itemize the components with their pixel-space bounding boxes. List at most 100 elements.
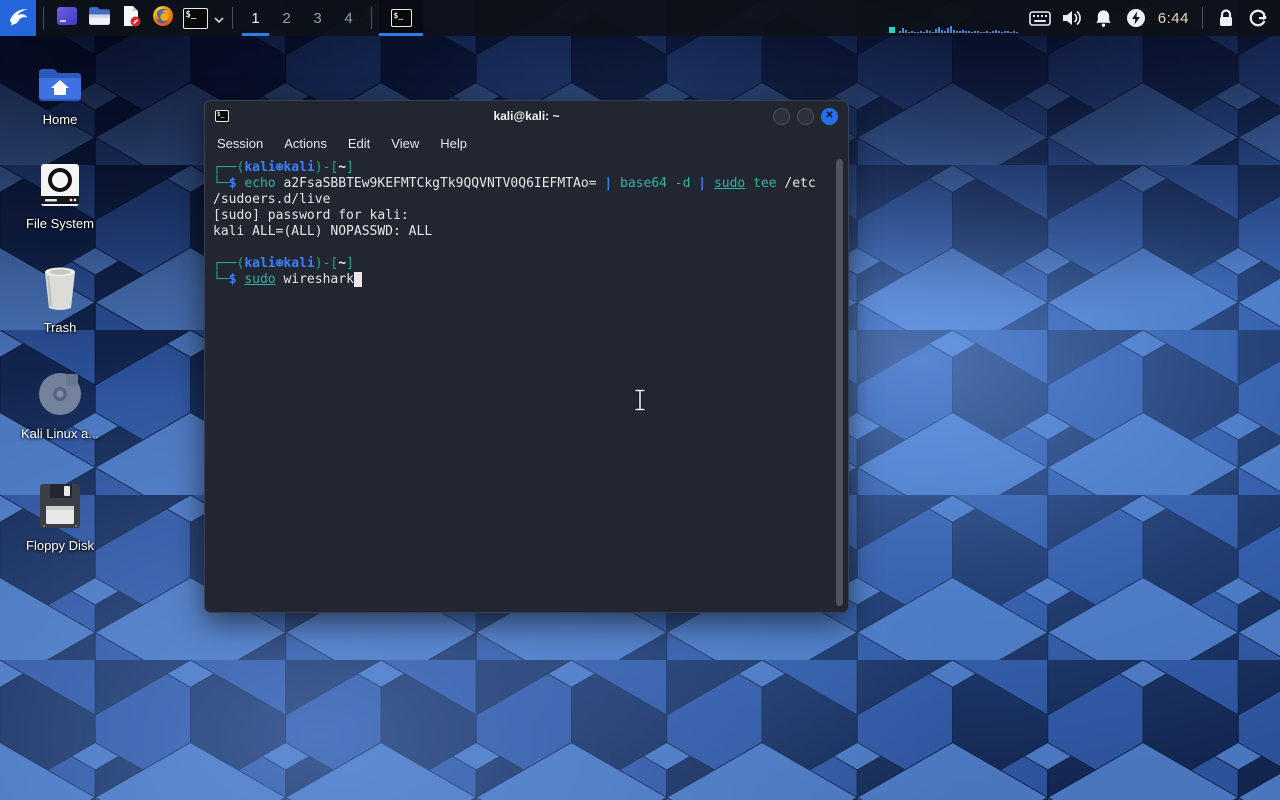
panel-separator <box>1202 7 1203 29</box>
cpu-graph-bar <box>1009 32 1012 33</box>
cpu-graph-bar <box>1015 32 1018 33</box>
cpu-graph-bar <box>985 31 988 33</box>
chevron-down-icon[interactable] <box>213 11 225 29</box>
keyboard-indicator-icon[interactable] <box>1027 0 1053 36</box>
cpu-graph-bar <box>946 28 949 33</box>
minimize-button[interactable] <box>773 107 790 125</box>
cpu-graph-bar <box>952 30 955 33</box>
terminal-output: ┌──(kali⊛kali)-[~] └─$ echo a2FsaSBBTEw9K… <box>213 160 822 607</box>
panel-separator <box>371 7 372 29</box>
cpu-graph-bar <box>982 32 985 33</box>
cpu-graph-bar <box>907 32 910 33</box>
clock[interactable]: 6:44 <box>1158 10 1189 27</box>
desktop-icon-label: File System <box>26 216 94 231</box>
cpu-graph-bar <box>1003 31 1006 33</box>
terminal-menubar: Session Actions Edit View Help <box>205 131 848 155</box>
cpu-graph-bar <box>988 32 991 33</box>
launcher-terminal[interactable]: $_ <box>179 0 211 36</box>
kali-menu-button[interactable] <box>0 0 36 36</box>
trash-icon <box>40 262 80 312</box>
workspace-button-2[interactable]: 2 <box>271 0 302 36</box>
cpu-graph-bar <box>934 29 937 33</box>
terminal-window: $_ kali@kali: ~ ✕ Session Actions Edit View… <box>204 100 849 613</box>
panel-separator <box>232 7 233 29</box>
menu-item-edit[interactable]: Edit <box>348 136 370 151</box>
terminal-line: └─$ sudo wireshark <box>213 272 822 288</box>
cpu-graph-bar <box>955 31 958 33</box>
cpu-graph-marker <box>888 27 895 33</box>
cpu-graph-bar <box>922 32 925 33</box>
desktop-icon-floppy-disk[interactable]: Floppy Disk <box>12 480 108 553</box>
terminal-line: [sudo] password for kali: <box>213 208 409 223</box>
menu-item-view[interactable]: View <box>391 136 419 151</box>
top-panel: $_ 1234 $_ 6:44 <box>0 0 1280 36</box>
desktop-icon-file-system[interactable]: File System <box>12 158 108 231</box>
cpu-graph-bar <box>979 32 982 33</box>
cpu-graph-bar <box>910 31 913 33</box>
cpu-graph-bar <box>901 28 904 33</box>
terminal-line: ┌──(kali⊛kali)-[~] <box>213 256 354 271</box>
cpu-graph-bar <box>970 32 973 33</box>
terminal-line: /sudoers.d/live <box>213 192 331 207</box>
document-edit-icon <box>119 4 143 33</box>
cpu-graph-bar <box>940 30 943 33</box>
desktop-icon-label: Kali Linux a... <box>20 426 100 441</box>
volume-icon[interactable] <box>1059 0 1085 36</box>
cpu-graph-bar <box>925 30 928 33</box>
terminal-output-area[interactable]: ┌──(kali⊛kali)-[~] └─$ echo a2FsaSBBTEw9K… <box>205 155 848 612</box>
terminal-line: kali ALL=(ALL) NOPASSWD: ALL <box>213 224 433 239</box>
workspace-button-4[interactable]: 4 <box>333 0 364 36</box>
cpu-graph-indicator[interactable] <box>888 21 1018 33</box>
notification-bell-icon[interactable] <box>1091 0 1117 36</box>
cpu-graph-bar <box>1012 31 1015 33</box>
desktop-icon-home[interactable]: Home <box>12 54 108 127</box>
cpu-graph-bar <box>937 27 940 33</box>
power-manager-icon[interactable] <box>1123 0 1149 36</box>
cpu-graph-bar <box>943 31 946 33</box>
panel-separator <box>43 7 44 29</box>
terminal-icon: $_ <box>182 7 208 29</box>
desktop-icon-kali-linux-docs[interactable]: Kali Linux a... <box>12 368 108 441</box>
desktop-icon-label: Floppy Disk <box>26 538 94 553</box>
kali-docs-disc-icon <box>36 368 84 418</box>
home-folder-icon <box>37 54 83 104</box>
cpu-graph-bar <box>976 31 979 33</box>
cpu-graph-bar <box>949 26 952 33</box>
cpu-graph-bar <box>958 31 961 33</box>
launcher-app-window[interactable] <box>51 0 83 36</box>
close-button[interactable]: ✕ <box>821 107 838 125</box>
terminal-icon: $_ <box>390 9 412 27</box>
workspace-button-1[interactable]: 1 <box>240 0 271 36</box>
cpu-graph-bar <box>991 31 994 33</box>
workspace-button-3[interactable]: 3 <box>302 0 333 36</box>
launcher-firefox[interactable] <box>147 0 179 36</box>
scrollbar-thumb[interactable] <box>836 159 843 606</box>
taskbar-window-button-terminal[interactable]: $_ <box>379 0 423 36</box>
menu-item-session[interactable]: Session <box>217 136 263 151</box>
menu-item-help[interactable]: Help <box>440 136 467 151</box>
menu-item-actions[interactable]: Actions <box>284 136 327 151</box>
cpu-graph-bar <box>919 31 922 33</box>
firefox-icon <box>151 4 175 33</box>
floppy-disk-icon <box>38 480 82 530</box>
window-title: kali@kali: ~ <box>493 109 560 123</box>
terminal-line: └─$ echo a2FsaSBBTEw9KEFMTCkgTk9QQVNTV0Q… <box>213 176 816 191</box>
folder-icon <box>87 3 112 33</box>
desktop-icon-label: Trash <box>43 320 77 335</box>
launcher-text-editor[interactable] <box>115 0 147 36</box>
window-titlebar[interactable]: $_ kali@kali: ~ ✕ <box>205 101 848 131</box>
maximize-button[interactable] <box>797 107 814 125</box>
filesystem-drive-icon <box>38 158 82 208</box>
cpu-graph-bar <box>913 32 916 33</box>
cpu-graph-bar <box>973 31 976 33</box>
launcher-file-manager[interactable] <box>83 0 115 36</box>
cpu-graph-bar <box>997 31 1000 33</box>
purple-window-icon <box>55 4 79 33</box>
desktop-icon-trash[interactable]: Trash <box>12 262 108 335</box>
lock-screen-icon[interactable] <box>1213 0 1239 36</box>
log-out-icon[interactable] <box>1245 0 1271 36</box>
kali-dragon-icon <box>5 3 31 34</box>
cpu-graph-bar <box>898 31 901 33</box>
cpu-graph-bar <box>964 31 967 33</box>
